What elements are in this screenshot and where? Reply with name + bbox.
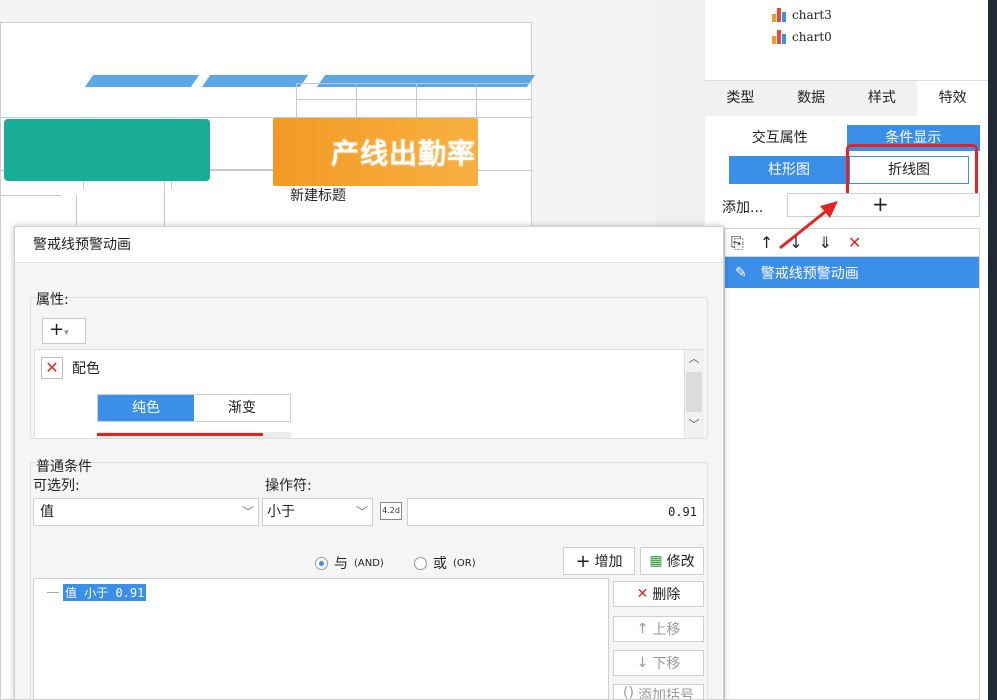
tree-item-label: chart0 <box>792 30 832 44</box>
remove-property-icon[interactable]: ✕ <box>41 357 63 379</box>
value-input[interactable]: 0.91 <box>407 498 704 526</box>
tree-item-label: chart3 <box>792 8 832 22</box>
tab-type[interactable]: 类型 <box>705 81 776 116</box>
add-label: 添加... <box>722 200 764 216</box>
add-condition-label: 增加 <box>594 554 623 570</box>
annotation-highlight-box <box>846 144 978 198</box>
chevron-down-icon[interactable]: ﹀ <box>684 416 704 434</box>
add-bracket-label: 添加括号 <box>637 688 694 700</box>
attendance-title-card[interactable]: 产线出勤率 <box>273 118 478 186</box>
list-item-selected[interactable]: ✎ 警戒线预警动画 <box>725 257 979 288</box>
condition-row[interactable]: 值 小于 0.91 <box>47 583 147 601</box>
window-edge <box>988 0 997 700</box>
radio-or[interactable]: 或 (OR) <box>414 553 476 573</box>
tab-data[interactable]: 数据 <box>776 81 847 116</box>
condition-list-toolbar: ⎘ ↑ ↓ ⇓ ✕ <box>724 228 980 256</box>
column-select[interactable]: 值 ﹀ <box>33 498 259 526</box>
chevron-down-icon: ﹀ <box>355 505 368 519</box>
radio-or-label: 或 <box>433 556 447 572</box>
chevron-down-icon: ﹀ <box>241 505 254 519</box>
tree-connector <box>47 591 59 593</box>
add-property-button[interactable]: +▾ <box>42 318 86 344</box>
edit-table-icon: ▦ <box>649 553 663 569</box>
column-value: 值 <box>40 504 54 520</box>
add-bracket-button[interactable]: () 添加括号 <box>613 684 704 700</box>
copy-icon[interactable]: ⎘ <box>731 234 744 251</box>
number-format-icon[interactable]: 4.2d <box>380 502 402 520</box>
move-down-label: 下移 <box>652 656 681 672</box>
properties-label: 属性: <box>36 292 69 308</box>
tab-style[interactable]: 样式 <box>847 81 918 116</box>
tab-solid-color[interactable]: 纯色 <box>98 395 194 421</box>
tab-effects[interactable]: 特效 <box>917 81 988 116</box>
conditions-label: 普通条件 <box>36 459 92 475</box>
color-property-label: 配色 <box>72 361 100 377</box>
chevron-up-icon[interactable]: ︿ <box>684 350 704 368</box>
color-swatch[interactable] <box>97 433 263 436</box>
modify-condition-label: 修改 <box>666 554 695 570</box>
tab-interaction[interactable]: 交互属性 <box>713 125 847 151</box>
operator-value: 小于 <box>267 504 295 520</box>
color-mode-tabs: 纯色 渐变 <box>97 394 291 422</box>
panel-tabs: 类型 数据 样式 特效 <box>705 80 988 116</box>
scrollbar-thumb[interactable] <box>686 372 702 412</box>
list-item-label: 警戒线预警动画 <box>760 265 859 282</box>
pencil-icon: ✎ <box>735 264 747 281</box>
operator-select[interactable]: 小于 ﹀ <box>262 498 373 526</box>
operator-label: 操作符: <box>265 478 312 494</box>
modify-condition-button[interactable]: ▦ 修改 <box>640 547 704 575</box>
delete-condition-label: 删除 <box>652 587 681 603</box>
attendance-title-text: 产线出勤率 <box>330 137 476 170</box>
tab-gradient[interactable]: 渐变 <box>194 395 290 421</box>
radio-dot <box>315 556 328 570</box>
tree-item-chart3[interactable]: chart3 <box>772 8 832 22</box>
chart-icon <box>772 30 786 44</box>
chart-icon <box>772 8 786 22</box>
condition-row-text: 值 小于 0.91 <box>63 583 147 601</box>
teal-metric-card[interactable] <box>4 119 210 181</box>
plus-icon: + <box>575 550 591 572</box>
condition-list <box>724 256 980 700</box>
new-title-label[interactable]: 新建标题 <box>290 185 346 205</box>
delete-condition-button[interactable]: ✕ 删除 <box>613 581 704 607</box>
radio-and-label: 与 <box>334 556 348 572</box>
move-up-label: 上移 <box>652 622 681 638</box>
close-icon[interactable]: ✕ <box>848 234 861 251</box>
chevron-down-icon: ▾ <box>64 328 69 338</box>
dialog-title: 警戒线预警动画 <box>15 227 723 263</box>
annotation-arrow <box>779 201 838 250</box>
column-label: 可选列: <box>33 478 80 494</box>
arrow-down-icon: ↓ <box>636 655 649 671</box>
radio-and[interactable]: 与 (AND) <box>315 553 384 573</box>
close-icon: ✕ <box>636 586 649 602</box>
move-down-button[interactable]: ↓ 下移 <box>613 650 704 676</box>
radio-or-sub: (OR) <box>453 557 476 569</box>
add-property-symbol: + <box>49 319 65 340</box>
add-condition-button[interactable]: + 增加 <box>563 547 635 575</box>
arrow-up-icon: ↑ <box>636 621 649 637</box>
tab-bar-chart[interactable]: 柱形图 <box>729 156 849 184</box>
tree-item-chart0[interactable]: chart0 <box>772 30 832 44</box>
move-up-button[interactable]: ↑ 上移 <box>613 616 704 642</box>
bracket-icon: () <box>623 685 634 700</box>
radio-and-sub: (AND) <box>354 557 384 569</box>
add-plus-button[interactable]: + <box>872 193 889 215</box>
radio-dot <box>414 556 427 570</box>
